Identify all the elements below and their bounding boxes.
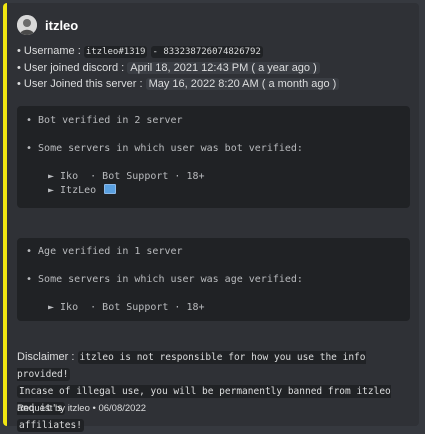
embed-author: itzleo <box>17 15 78 35</box>
bot-verified-codeblock: • Bot verified in 2 server • Some server… <box>17 106 410 208</box>
disclaimer: Disclaimer : itzleo is not responsible f… <box>17 349 410 434</box>
joined-server-label: • User Joined this server : <box>17 78 143 90</box>
bot-verified-count: • Bot verified in 2 server <box>26 115 183 126</box>
joined-discord-label: • User joined discord : <box>17 62 125 74</box>
joined-discord-date: April 18, 2021 12:43 PM <box>130 62 249 74</box>
username-label: • Username : <box>17 45 81 57</box>
age-verified-codeblock: • Age verified in 1 server • Some server… <box>17 238 410 321</box>
computer-icon <box>104 184 117 194</box>
joined-server-date: May 16, 2022 8:20 AM <box>148 78 259 90</box>
bot-verified-heading: • Some servers in which user was bot ver… <box>26 143 303 154</box>
bot-server-item: ► ItzLeo <box>48 184 117 198</box>
user-info: • Username : itzleo#1319 - 8332387260748… <box>17 43 340 92</box>
disclaimer-label: Disclaimer : <box>17 351 75 363</box>
joined-discord-timestamp[interactable]: April 18, 2021 12:43 PM ( a year ago ) <box>127 62 320 74</box>
user-id-value: - 833238726074826792 <box>150 46 263 58</box>
embed-footer: Request by itzleo • 06/08/2022 <box>17 403 147 414</box>
age-verified-heading: • Some servers in which user was age ver… <box>26 274 303 285</box>
joined-discord-line: • User joined discord : April 18, 2021 1… <box>17 60 339 76</box>
disclaimer-text-3: affiliates! <box>17 419 84 432</box>
username-line: • Username : itzleo#1319 - 8332387260748… <box>17 43 339 60</box>
user-avatar-icon[interactable] <box>17 15 37 35</box>
bot-server-item: ► Iko · Bot Support · 18+ <box>48 171 205 182</box>
author-name[interactable]: itzleo <box>45 18 78 33</box>
bot-server-name: ► ItzLeo <box>48 185 97 196</box>
username-value: itzleo#1319 <box>83 46 148 58</box>
embed-card: itzleo • Username : itzleo#1319 - 833238… <box>3 3 419 432</box>
joined-server-timestamp[interactable]: May 16, 2022 8:20 AM ( a month ago ) <box>145 78 340 90</box>
age-server-item: ► Iko · Bot Support · 18+ <box>48 302 205 313</box>
joined-discord-relative: ( a year ago ) <box>251 62 317 74</box>
embed-accent-bar <box>3 3 7 426</box>
joined-server-line: • User Joined this server : May 16, 2022… <box>17 76 340 92</box>
age-verified-count: • Age verified in 1 server <box>26 246 183 257</box>
joined-server-relative: ( a month ago ) <box>261 78 337 90</box>
